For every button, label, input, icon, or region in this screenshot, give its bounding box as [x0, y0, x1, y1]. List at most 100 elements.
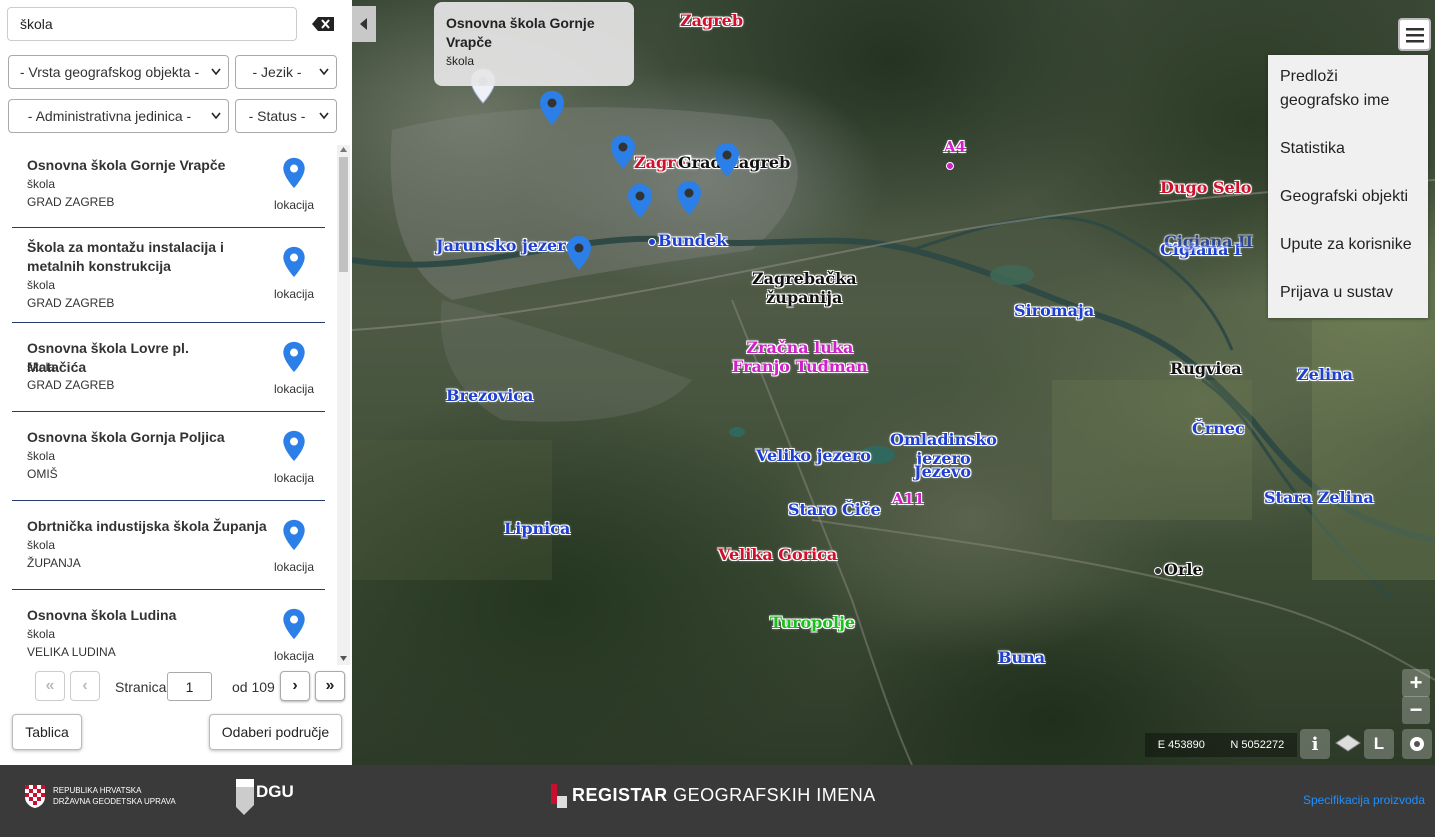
item-type: škola	[27, 360, 56, 374]
item-type: škola	[27, 449, 56, 463]
map-label-siromaja[interactable]: Siromaja	[1014, 301, 1094, 320]
label-text: Veliko jezero	[756, 446, 871, 465]
scroll-thumb[interactable]	[339, 157, 348, 272]
map-label-a4[interactable]: A4	[944, 138, 966, 174]
map-label-rugvica[interactable]: Rugvica	[1170, 359, 1242, 378]
map-pin-icon[interactable]	[714, 142, 740, 178]
label-dot	[1154, 566, 1162, 575]
prev-page-button[interactable]: ‹	[70, 671, 100, 701]
location-button[interactable]: lokacija	[273, 430, 315, 485]
spec-link[interactable]: Specifikacija proizvoda	[1303, 793, 1425, 807]
eye-button[interactable]	[1402, 729, 1432, 759]
map-label-velika-gorica[interactable]: Velika Gorica	[718, 545, 837, 564]
menu-item-geografski-objekti[interactable]: Geografski objekti	[1280, 185, 1408, 209]
collapse-sidebar-button[interactable]	[352, 6, 376, 42]
map-label-stara-zelina[interactable]: Stara Zelina	[1264, 488, 1374, 507]
menu-item-prijava[interactable]: Prijava u sustav	[1280, 281, 1393, 305]
list-item[interactable]: Osnovna škola Gornja Poljica škola OMIŠ …	[12, 412, 325, 501]
label-dot	[946, 162, 954, 170]
list-item[interactable]: Osnovna škola Ludina škola VELIKA LUDINA…	[12, 590, 325, 665]
location-button[interactable]: lokacija	[273, 519, 315, 574]
scroll-up-icon[interactable]	[340, 147, 347, 152]
map-label-brezovica[interactable]: Brezovica	[446, 386, 533, 405]
label-text: A4	[944, 138, 967, 156]
map-label-zracna-luka[interactable]: Zračna luka Franjo Tuđman	[732, 338, 868, 376]
list-item[interactable]: Osnovna škola Gornje Vrapče škola GRAD Z…	[12, 145, 325, 228]
map-pin-icon[interactable]	[627, 183, 653, 219]
label-text: Siromaja	[1014, 301, 1095, 320]
list-item[interactable]: Škola za montažu instalacija i metalnih …	[12, 228, 325, 323]
map-label-buna[interactable]: Buna	[998, 648, 1045, 667]
results-list[interactable]: Osnovna škola Gornje Vrapče škola GRAD Z…	[0, 145, 352, 665]
label-text: Zagreb	[680, 11, 744, 30]
map-label-lipnica[interactable]: Lipnica	[504, 519, 570, 538]
map-label-zagrebacka-zupanija[interactable]: Zagrebačka županija	[752, 269, 857, 307]
map-label-zagreb[interactable]: Zagreb	[680, 11, 743, 30]
location-button[interactable]: lokacija	[273, 246, 315, 301]
map-label-jarunsko-jezero[interactable]: Jarunsko jezero	[436, 236, 576, 255]
clear-search-button[interactable]	[303, 7, 343, 41]
map-label-a11[interactable]: A11	[892, 490, 925, 508]
map-label-veliko-jezero[interactable]: Veliko jezero	[756, 446, 871, 465]
status-select[interactable]: - Status -	[235, 99, 337, 133]
menu-item-upute[interactable]: Upute za korisnike	[1280, 233, 1412, 257]
label-text: Cigiana II	[1164, 232, 1253, 251]
map-label-dugo-selo[interactable]: Dugo Selo	[1160, 178, 1251, 197]
item-place: ŽUPANJA	[27, 556, 81, 570]
eye-icon	[1410, 737, 1424, 751]
item-name: Osnovna škola Gornja Poljica	[27, 429, 225, 445]
map-label-zelina[interactable]: Zelina	[1297, 365, 1353, 384]
list-item[interactable]: Osnovna škola Lovre pl. Matačića škola G…	[12, 323, 325, 412]
admin-unit-select[interactable]: - Administrativna jedinica -	[8, 99, 229, 133]
map-label-bundek[interactable]: Bundek	[646, 231, 727, 250]
first-page-button[interactable]: «	[35, 671, 65, 701]
chevron-down-icon	[211, 112, 221, 120]
language-select-value: - Jezik -	[252, 64, 302, 80]
item-name: Osnovna škola Gornje Vrapče	[27, 157, 226, 173]
map-label-staro-cice[interactable]: Staro Čiče	[788, 500, 881, 519]
map-label-cigiana-ii[interactable]: Cigiana II	[1164, 232, 1253, 251]
type-select-value: - Vrsta geografskog objekta -	[19, 64, 200, 80]
zoom-out-button[interactable]: −	[1402, 696, 1430, 724]
menu-item-predlozi[interactable]: Predloži geografsko ime	[1280, 65, 1410, 113]
search-input[interactable]: škola	[7, 7, 297, 41]
location-label: lokacija	[273, 560, 315, 574]
coordinates-readout: E 453890 N 5052272	[1145, 733, 1297, 757]
label-text: Stara Zelina	[1264, 488, 1374, 507]
layer-l-button[interactable]: L	[1364, 729, 1394, 759]
info-button[interactable]: i	[1300, 729, 1330, 759]
label-text: Omladinsko	[890, 430, 997, 449]
label-text: Orle	[1164, 560, 1203, 579]
page-input[interactable]: 1	[167, 672, 212, 701]
last-page-button[interactable]: »	[315, 671, 345, 701]
map-label-jezevo[interactable]: Jezevo	[914, 462, 971, 481]
type-select[interactable]: - Vrsta geografskog objekta -	[8, 55, 229, 89]
location-button[interactable]: lokacija	[273, 341, 315, 396]
map-pin-icon[interactable]	[610, 134, 636, 170]
next-page-button[interactable]: ›	[280, 671, 310, 701]
map-label-orle[interactable]: Orle	[1152, 560, 1203, 579]
map-label-crnec[interactable]: Črnec	[1192, 419, 1245, 438]
registry-logo-icon	[551, 784, 567, 808]
map-popup[interactable]: Osnovna škola Gornje Vrapče škola	[434, 2, 634, 86]
layer-l-label: L	[1373, 734, 1385, 753]
menu-item-statistika[interactable]: Statistika	[1280, 137, 1345, 161]
map-label-turopolje[interactable]: Turopolje	[770, 613, 855, 632]
menu-button[interactable]	[1398, 18, 1431, 51]
location-label: lokacija	[273, 471, 315, 485]
select-area-button[interactable]: Odaberi područje	[209, 714, 342, 750]
list-item[interactable]: Obrtnička industijska škola Županja škol…	[12, 501, 325, 590]
list-scrollbar[interactable]	[337, 145, 350, 665]
sidebar: škola - Vrsta geografskog objekta - - Je…	[0, 0, 352, 765]
admin-unit-select-value: - Administrativna jedinica -	[27, 108, 192, 124]
location-button[interactable]: lokacija	[273, 157, 315, 212]
table-button[interactable]: Tablica	[12, 714, 82, 750]
zoom-in-button[interactable]: +	[1402, 669, 1430, 697]
map-pin-icon[interactable]	[566, 235, 592, 271]
layers-button[interactable]	[1333, 729, 1363, 759]
language-select[interactable]: - Jezik -	[235, 55, 337, 89]
location-button[interactable]: lokacija	[273, 608, 315, 663]
map-pin-icon[interactable]	[676, 180, 702, 216]
scroll-down-icon[interactable]	[340, 656, 347, 661]
map-pin-icon[interactable]	[539, 90, 565, 126]
